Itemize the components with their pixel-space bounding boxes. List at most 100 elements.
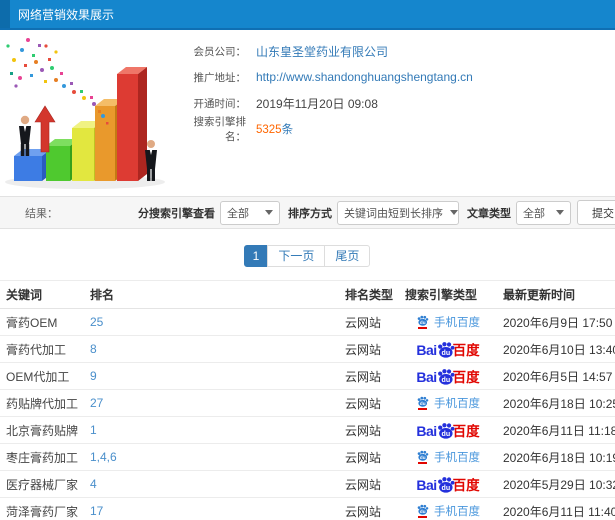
baidu-red-underline (418, 327, 427, 329)
sort-select[interactable]: 关键词由短到长排序 (337, 200, 459, 225)
sort-filter-label: 排序方式 (288, 207, 332, 220)
company-label: 会员公司： (193, 45, 247, 58)
rank-link[interactable]: 25 (90, 315, 103, 329)
chevron-down-icon (265, 210, 273, 215)
growth-chart-illustration (5, 38, 165, 189)
rank-count-row: 搜索引擎排名： 5325条 (180, 116, 610, 143)
keyword-cell: 膏药OEM (0, 308, 84, 336)
rank-link[interactable]: 17 (90, 504, 103, 518)
rank-link[interactable]: 1,4,6 (90, 450, 117, 464)
engine-cell: Bai du 百度 (405, 368, 491, 385)
updated-time-cell: 2020年6月18日 10:25 (497, 389, 615, 417)
last-page-button[interactable]: 尾页 (324, 245, 371, 267)
baidu-logo-icon: Bai du 百度 (416, 342, 480, 358)
engine-select-value: 全部 (227, 207, 249, 220)
keyword-cell: 北京膏药贴牌 (0, 416, 84, 444)
baidu-red-underline (418, 516, 427, 518)
col-rank-type: 排名类型 (339, 280, 399, 309)
promo-url-link[interactable]: http://www.shandonghuangshengtang.cn (256, 70, 473, 84)
col-engine-type: 搜索引擎类型 (399, 280, 497, 309)
keyword-cell: 菏泽膏药厂家 (0, 497, 84, 520)
marketing-effect-panel: 网络营销效果展示 会员公司： 山东皇圣堂药业有限公司 推广地址： http://… (0, 0, 615, 520)
chevron-down-icon (556, 210, 564, 215)
promo-url-label: 推广地址： (193, 71, 247, 84)
rank-link[interactable]: 27 (90, 396, 103, 410)
sort-select-value: 关键词由短到长排序 (344, 207, 443, 220)
header-accent (0, 0, 10, 28)
updated-time-cell: 2020年6月11日 11:40 (497, 497, 615, 520)
engine-cell: Bai du 百度 (405, 422, 491, 439)
col-keyword: 关键词 (0, 280, 84, 309)
page-1-button[interactable]: 1 (243, 245, 269, 267)
next-page-button[interactable]: 下一页 (267, 245, 326, 267)
mobile-baidu-icon: du 手机百度 (416, 314, 480, 330)
open-time-row: 开通时间： 2019年11月20日 09:08 (180, 90, 610, 116)
keyword-cell: OEM代加工 (0, 362, 84, 390)
engine-cell: du 手机百度 (405, 314, 491, 330)
rank-link[interactable]: 1 (90, 423, 97, 437)
table-row: 枣庄膏药加工 1,4,6 云网站 du 手机百度 2020年6月18日 10:1… (0, 443, 615, 471)
table-row: 药贴牌代加工 27 云网站 du 手机百度 2020年6月18日 10:25 (0, 389, 615, 417)
table-row: 北京膏药贴牌 1 云网站 Bai du 百度 2020年6月11日 11:18 (0, 416, 615, 444)
baidu-logo-icon: Bai du 百度 (416, 369, 480, 385)
table-row: OEM代加工 9 云网站 Bai du 百度 2020年6月5日 14:57 (0, 362, 615, 390)
svg-text:du: du (420, 401, 426, 406)
engine-select[interactable]: 全部 (220, 200, 280, 225)
rank-count-unit: 条 (281, 124, 294, 136)
company-row: 会员公司： 山东皇圣堂药业有限公司 (180, 38, 610, 64)
article-type-select[interactable]: 全部 (516, 200, 571, 225)
updated-time-cell: 2020年6月11日 11:18 (497, 416, 615, 444)
results-table: 关键词 排名 排名类型 搜索引擎类型 最新更新时间 膏药OEM 25 云网站 d… (0, 280, 615, 520)
pagination: 1 下一页 尾页 (0, 229, 615, 280)
rank-type-cell: 云网站 (339, 470, 399, 498)
engine-cell: Bai du 百度 (405, 341, 491, 358)
filter-bar: 结果： 分搜索引擎查看 全部 排序方式 关键词由短到长排序 文章类型 全部 提交 (0, 196, 615, 229)
rank-type-cell: 云网站 (339, 362, 399, 390)
svg-text:du: du (420, 509, 426, 514)
mobile-baidu-icon: du 手机百度 (416, 503, 480, 519)
keyword-cell: 膏药代加工 (0, 335, 84, 363)
svg-text:du: du (441, 376, 450, 384)
updated-time-cell: 2020年6月18日 10:19 (497, 443, 615, 471)
submit-button[interactable]: 提交 (577, 200, 615, 225)
company-link[interactable]: 山东皇圣堂药业有限公司 (256, 43, 388, 60)
svg-text:du: du (441, 349, 450, 357)
table-row: 医疗器械厂家 4 云网站 Bai du 百度 2020年5月29日 10:32 (0, 470, 615, 498)
rank-link[interactable]: 9 (90, 369, 97, 383)
svg-text:du: du (420, 455, 426, 460)
rank-count-label: 搜索引擎排名： (193, 116, 247, 143)
page-title: 网络营销效果展示 (18, 7, 115, 22)
updated-time-cell: 2020年6月10日 13:40 (497, 335, 615, 363)
baidu-red-underline (418, 408, 427, 410)
engine-filter-label: 分搜索引擎查看 (138, 207, 215, 220)
baidu-logo-icon: Bai du 百度 (416, 477, 480, 493)
rank-type-cell: 云网站 (339, 443, 399, 471)
table-row: 菏泽膏药厂家 17 云网站 du 手机百度 2020年6月11日 11:40 (0, 497, 615, 520)
rank-link[interactable]: 8 (90, 342, 97, 356)
svg-text:du: du (441, 430, 450, 438)
table-row: 膏药代加工 8 云网站 Bai du 百度 2020年6月10日 13:40 (0, 335, 615, 363)
engine-cell: du 手机百度 (405, 503, 491, 519)
rank-type-cell: 云网站 (339, 308, 399, 336)
keyword-cell: 枣庄膏药加工 (0, 443, 84, 471)
mobile-baidu-icon: du 手机百度 (416, 395, 480, 411)
article-type-label: 文章类型 (467, 207, 511, 220)
engine-cell: du 手机百度 (405, 395, 491, 411)
rank-type-cell: 云网站 (339, 335, 399, 363)
table-header-row: 关键词 排名 排名类型 搜索引擎类型 最新更新时间 (0, 280, 615, 309)
col-rank: 排名 (84, 280, 339, 309)
updated-time-cell: 2020年6月9日 17:50 (497, 308, 615, 336)
svg-text:du: du (420, 320, 426, 325)
rank-type-cell: 云网站 (339, 497, 399, 520)
filter-controls: 分搜索引擎查看 全部 排序方式 关键词由短到长排序 文章类型 全部 提交 (130, 200, 615, 225)
rank-count-value: 5325 (256, 124, 282, 136)
col-updated: 最新更新时间 (497, 280, 615, 309)
mobile-baidu-icon: du 手机百度 (416, 449, 480, 465)
table-row: 膏药OEM 25 云网站 du 手机百度 2020年6月9日 17:50 (0, 308, 615, 336)
baidu-red-underline (418, 462, 427, 464)
keyword-cell: 药贴牌代加工 (0, 389, 84, 417)
open-time-label: 开通时间： (193, 97, 247, 110)
rank-link[interactable]: 4 (90, 477, 97, 491)
chevron-down-icon (450, 210, 458, 215)
open-time-value: 2019年11月20日 09:08 (256, 96, 378, 111)
